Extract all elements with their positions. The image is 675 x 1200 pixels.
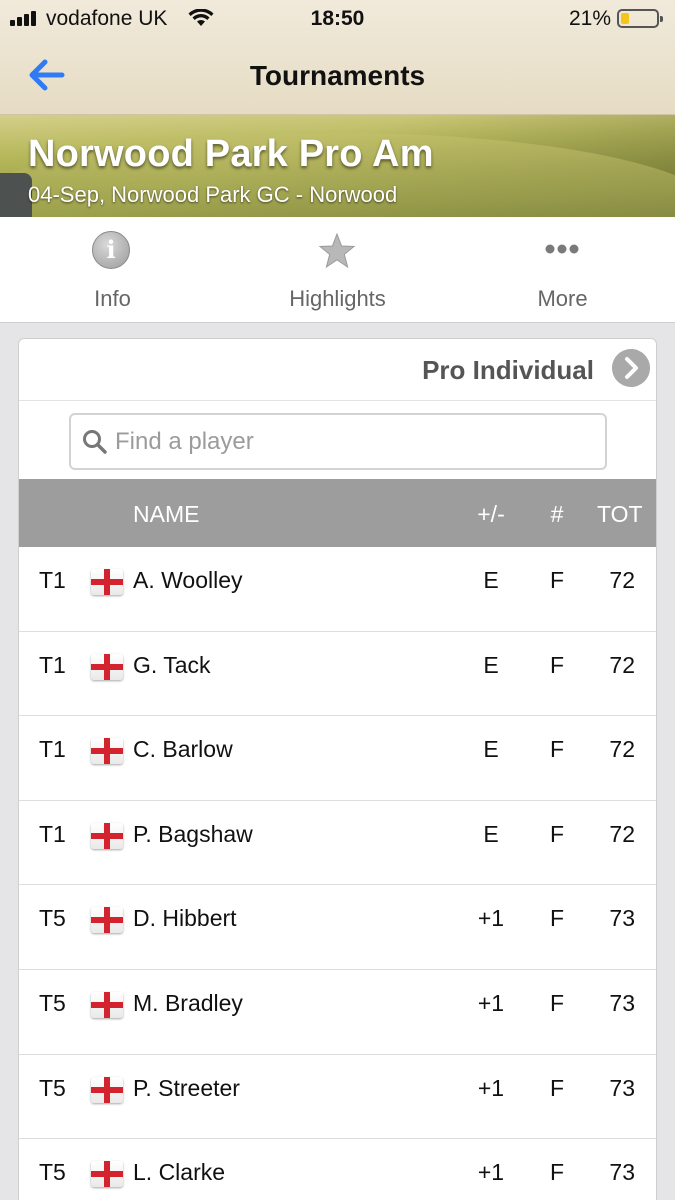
england-flag-icon xyxy=(91,907,123,934)
player-thru: F xyxy=(549,989,565,1016)
player-thru: F xyxy=(549,905,565,932)
player-total: 73 xyxy=(609,1074,635,1101)
england-flag-icon xyxy=(91,653,123,680)
tab-bar: i Info Highlights More xyxy=(0,217,675,323)
leaderboard-rows: T1 A. Woolley E F 72 T1 G. Tack E F 72 T1 C. Barlow… xyxy=(19,547,656,1200)
player-position: T5 xyxy=(39,989,66,1016)
division-label: Pro Individual xyxy=(422,355,594,385)
player-score: +1 xyxy=(477,905,505,932)
table-row[interactable]: T5 P. Streeter +1 F 73 xyxy=(19,1055,656,1140)
player-thru: F xyxy=(549,1159,565,1186)
player-score: E xyxy=(483,651,499,678)
england-flag-icon xyxy=(91,569,123,595)
page-title: Tournaments xyxy=(249,60,426,91)
player-thru: F xyxy=(549,567,565,593)
table-row[interactable]: T1 C. Barlow E F 72 xyxy=(19,716,656,801)
battery-percent: 21% xyxy=(568,7,611,30)
column-header-thru[interactable]: # xyxy=(543,501,571,528)
search-area xyxy=(19,401,656,479)
england-flag-icon xyxy=(91,1161,123,1188)
player-search-box[interactable] xyxy=(69,413,607,470)
table-row[interactable]: T5 L. Clarke +1 F 73 xyxy=(19,1139,656,1200)
player-position: T5 xyxy=(39,1074,66,1101)
player-total: 73 xyxy=(609,905,635,932)
player-position: T5 xyxy=(39,1159,66,1186)
table-header: NAME +/- # TOT xyxy=(19,479,656,547)
england-flag-icon xyxy=(91,738,123,765)
england-flag-icon xyxy=(91,1076,123,1103)
tab-label: Highlights xyxy=(289,286,386,311)
player-thru: F xyxy=(549,651,565,678)
player-total: 72 xyxy=(609,820,635,847)
event-banner: Norwood Park Pro Am 04-Sep, Norwood Park… xyxy=(0,115,675,217)
tab-info[interactable]: i Info xyxy=(0,217,225,323)
player-name: C. Barlow xyxy=(133,736,233,763)
battery-icon xyxy=(617,9,663,28)
table-row[interactable]: T1 P. Bagshaw E F 72 xyxy=(19,801,656,886)
player-total: 72 xyxy=(609,736,635,763)
player-total: 73 xyxy=(609,1159,635,1186)
star-icon xyxy=(318,232,356,269)
column-header-score[interactable]: +/- xyxy=(471,501,511,528)
player-total: 73 xyxy=(609,989,635,1016)
event-subtitle: 04-Sep, Norwood Park GC - Norwood xyxy=(28,182,398,207)
player-score: +1 xyxy=(477,989,505,1016)
player-position: T1 xyxy=(39,820,66,847)
player-name: P. Bagshaw xyxy=(133,820,253,847)
player-name: D. Hibbert xyxy=(133,905,237,932)
tab-highlights[interactable]: Highlights xyxy=(225,217,450,323)
column-header-total[interactable]: TOT xyxy=(597,501,643,528)
chevron-right-icon xyxy=(612,349,650,387)
top-bar: vodafone UK 18:50 21% Tournaments xyxy=(0,0,675,115)
player-position: T1 xyxy=(39,567,66,593)
player-total: 72 xyxy=(609,567,635,593)
tab-label: More xyxy=(537,286,588,311)
player-score: E xyxy=(483,567,499,593)
player-position: T5 xyxy=(39,905,66,932)
table-row[interactable]: T1 A. Woolley E F 72 xyxy=(19,547,656,632)
search-icon xyxy=(83,430,107,454)
status-bar: vodafone UK 18:50 21% xyxy=(0,0,675,38)
table-row[interactable]: T1 G. Tack E F 72 xyxy=(19,632,656,717)
table-row[interactable]: T5 M. Bradley +1 F 73 xyxy=(19,970,656,1055)
table-row[interactable]: T5 D. Hibbert +1 F 73 xyxy=(19,885,656,970)
player-thru: F xyxy=(549,1074,565,1101)
player-name: M. Bradley xyxy=(133,989,243,1016)
search-input[interactable] xyxy=(115,423,595,461)
player-score: +1 xyxy=(477,1074,505,1101)
tab-more[interactable]: More xyxy=(450,217,675,323)
player-position: T1 xyxy=(39,651,66,678)
player-score: +1 xyxy=(477,1159,505,1186)
player-score: E xyxy=(483,736,499,763)
player-score: E xyxy=(483,820,499,847)
england-flag-icon xyxy=(91,991,123,1018)
player-name: G. Tack xyxy=(133,651,211,678)
player-name: P. Streeter xyxy=(133,1074,240,1101)
player-thru: F xyxy=(549,820,565,847)
player-name: A. Woolley xyxy=(133,567,243,593)
tab-label: Info xyxy=(94,286,131,311)
event-title: Norwood Park Pro Am xyxy=(28,133,434,175)
info-icon: i xyxy=(92,231,132,271)
player-total: 72 xyxy=(609,651,635,678)
player-name: L. Clarke xyxy=(133,1159,226,1186)
player-thru: F xyxy=(549,736,565,763)
column-header-name[interactable]: NAME xyxy=(133,501,199,528)
player-position: T1 xyxy=(39,736,66,763)
england-flag-icon xyxy=(91,822,123,849)
battery-level xyxy=(621,13,629,24)
more-dots-icon xyxy=(545,244,579,254)
leaderboard-card: Pro Individual NAME +/- # TOT T1 A. Wooll… xyxy=(18,338,657,1200)
division-selector[interactable]: Pro Individual xyxy=(19,339,656,401)
